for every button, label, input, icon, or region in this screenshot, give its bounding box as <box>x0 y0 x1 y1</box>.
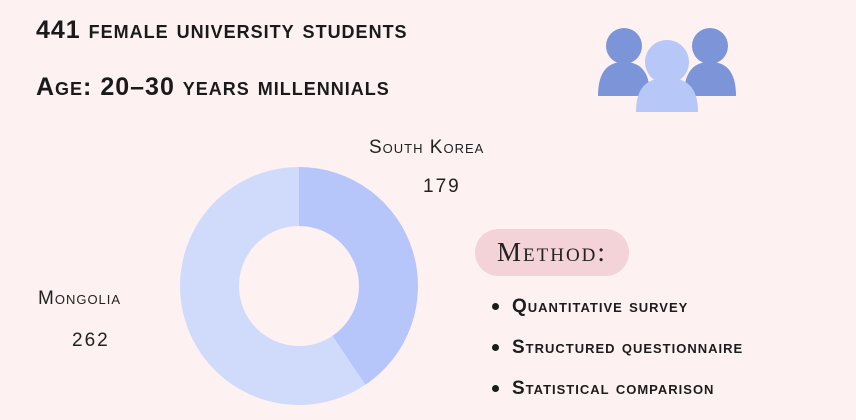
bullet-icon <box>492 385 499 392</box>
south-korea-label: South Korea <box>369 137 485 158</box>
mongolia-label: Mongolia <box>38 288 122 309</box>
south-korea-value: 179 <box>423 176 461 197</box>
method-item-comparison: Statistical comparison <box>492 368 743 409</box>
method-item-label: Structured questionnaire <box>512 336 744 358</box>
people-group-icon <box>598 28 736 112</box>
method-item-label: Statistical comparison <box>512 377 715 399</box>
method-list: Quantitative survey Structured questionn… <box>492 286 743 409</box>
donut-chart <box>180 167 418 405</box>
mongolia-value: 262 <box>72 330 110 351</box>
method-title-badge: Method: <box>475 229 629 276</box>
method-item-survey: Quantitative survey <box>492 286 743 327</box>
method-item-questionnaire: Structured questionnaire <box>492 327 743 368</box>
headline-age-range: Age: 20–30 years millennials <box>36 73 390 101</box>
bullet-icon <box>492 344 499 351</box>
method-item-label: Quantitative survey <box>512 295 689 317</box>
headline-sample-size: 441 female university students <box>36 16 408 44</box>
bullet-icon <box>492 303 499 310</box>
